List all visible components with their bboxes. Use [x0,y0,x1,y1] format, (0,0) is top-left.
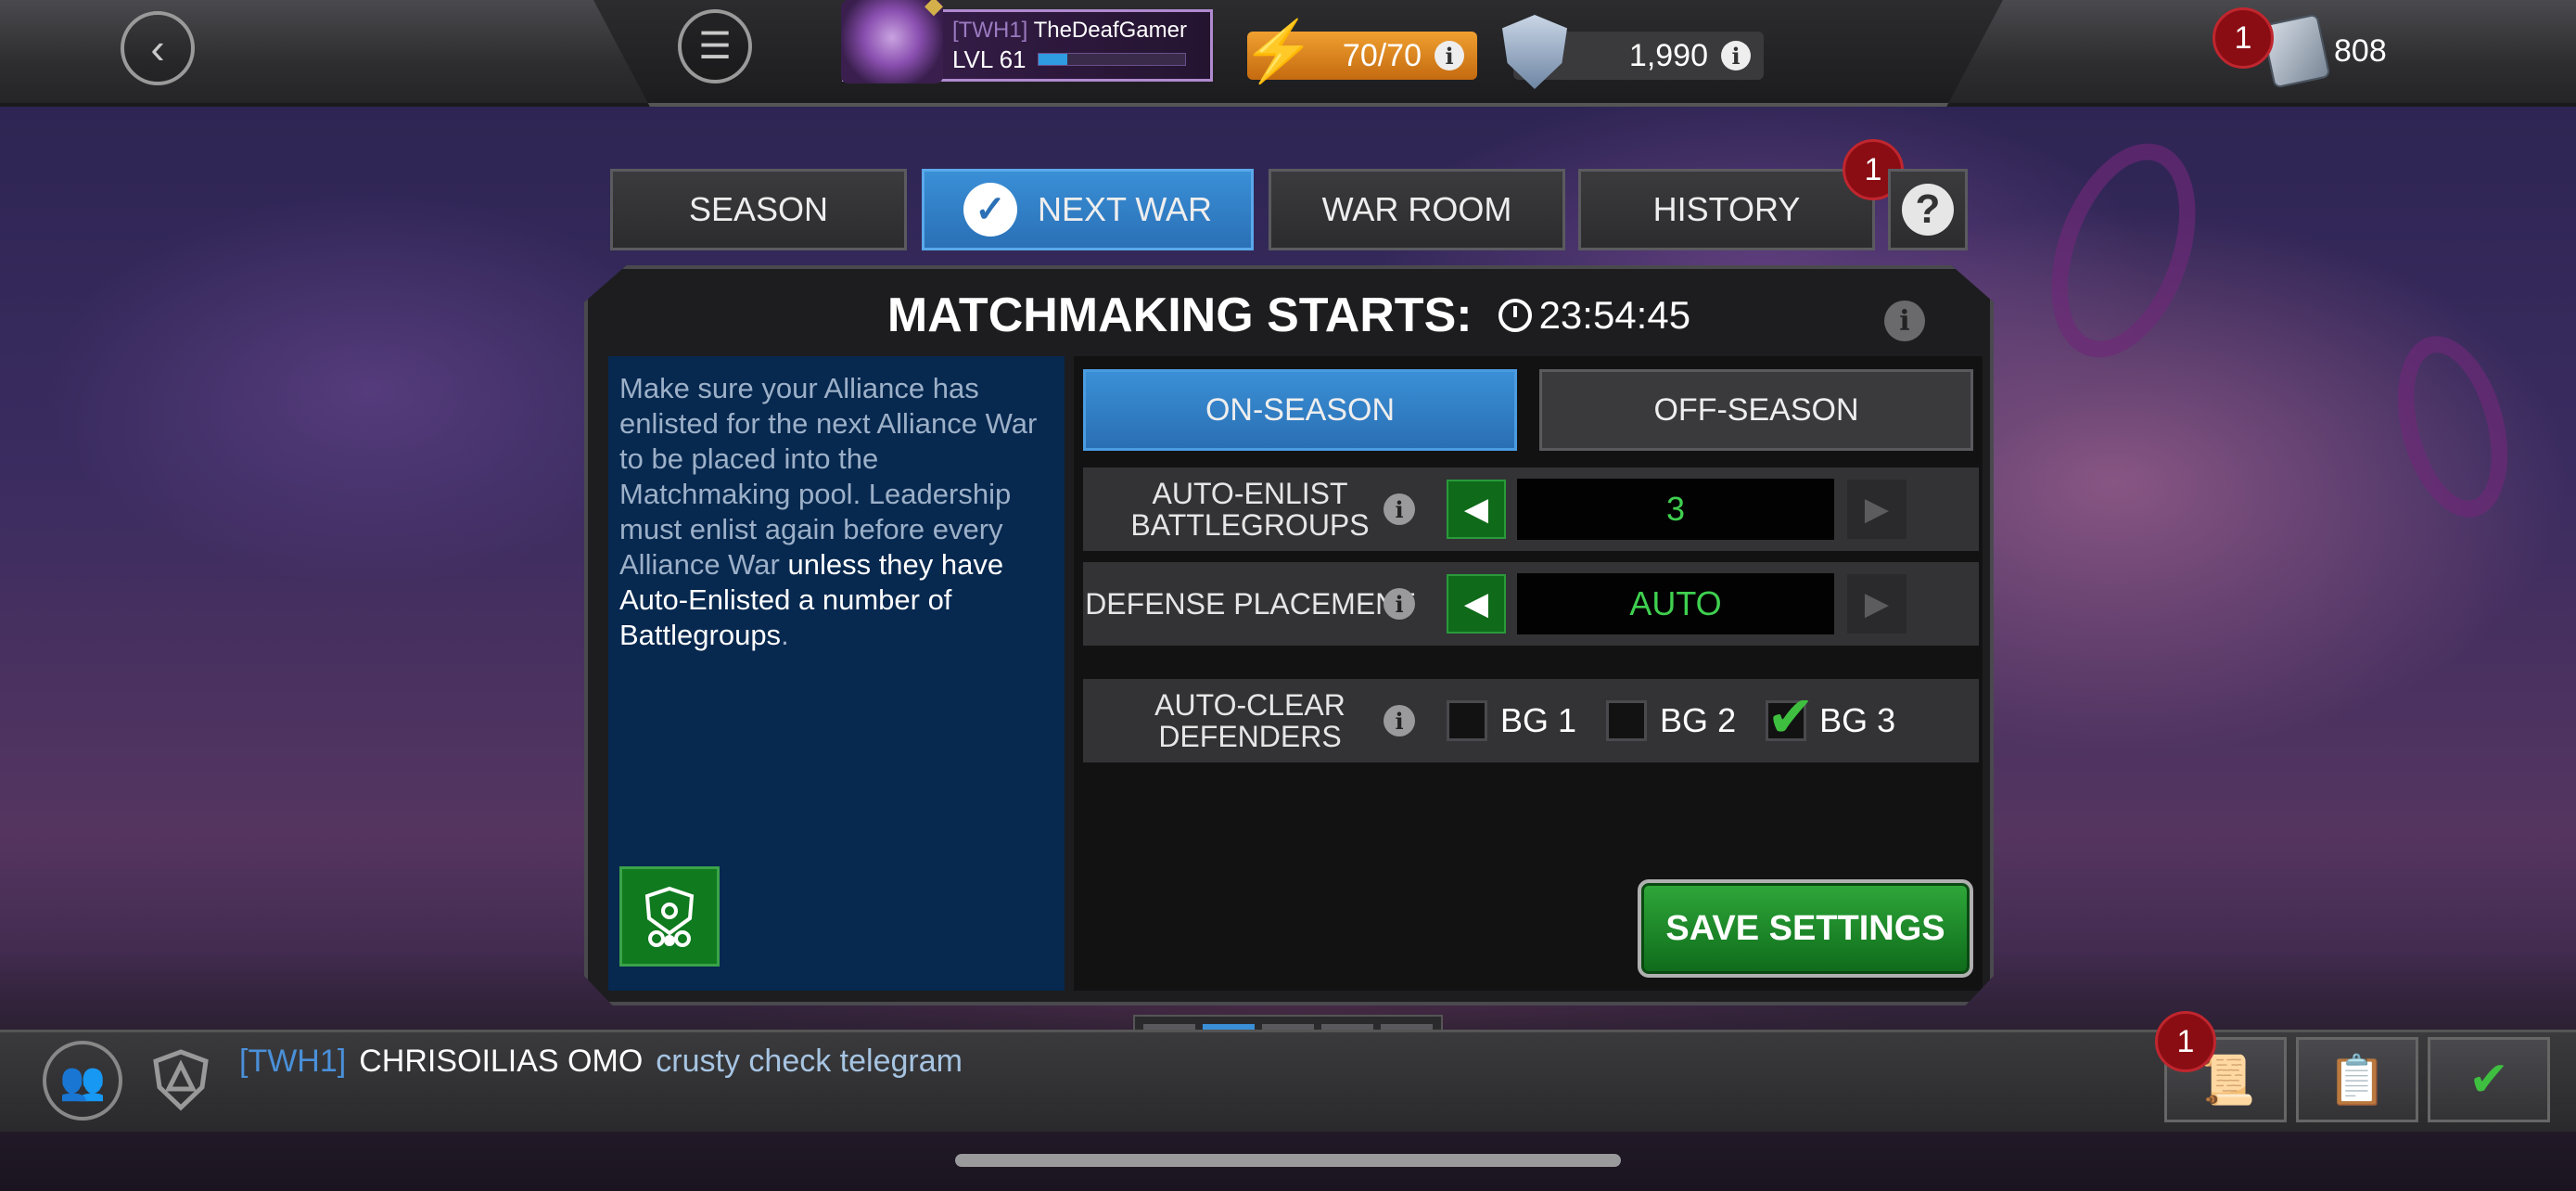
description-end: . [781,619,789,651]
defense-placement-value: AUTO [1517,573,1834,634]
tab-next-war[interactable]: ✓ NEXT WAR [922,169,1254,250]
bg3-checkbox[interactable] [1766,683,1815,750]
save-settings-label: SAVE SETTINGS [1665,908,1945,948]
energy-counter[interactable]: ⚡ 70/70 i [1242,18,1477,84]
bg2-label: BG 2 [1660,701,1737,739]
on-season-label: ON-SEASON [1205,391,1396,428]
auto-clear-label: AUTO-CLEAR DEFENDERS [1154,688,1345,753]
description-box: Make sure your Alliance has enlisted for… [608,356,1065,991]
bg1-option[interactable]: BG 1 [1447,700,1576,741]
defense-placement-row: DEFENSE PLACEMENT i ◀ AUTO ▶ [1083,562,1979,646]
bg1-label: BG 1 [1500,701,1577,739]
description-text: Make sure your Alliance has enlisted for… [608,356,1065,668]
crystal-shard-icon [2261,13,2331,89]
chat-alliance-tag: [TWH1] [239,1043,347,1079]
energy-value: 70/70 [1342,37,1422,73]
tab-label: WAR ROOM [1321,190,1512,228]
triangle-left-icon: ◀ [1463,586,1489,621]
tab-history[interactable]: HISTORY [1578,169,1875,250]
help-button[interactable]: ? [1888,169,1968,250]
objectives-button[interactable]: 📋 [2296,1037,2418,1122]
completed-button[interactable]: ✔ [2428,1037,2550,1122]
avatar [841,0,943,83]
triangle-right-icon: ▶ [1864,586,1890,621]
player-alliance-tag: [TWH1] [952,17,1028,43]
checkmark-scroll-icon: ✔ [2468,1053,2509,1107]
next-war-panel: MATCHMAKING STARTS: 23:54:45 i Make sure… [584,265,1994,1005]
home-indicator[interactable] [955,1154,1621,1167]
info-icon[interactable]: i [1384,705,1415,736]
increase-button[interactable]: ▶ [1847,480,1906,539]
info-icon[interactable]: i [1884,301,1925,341]
currency-counter[interactable]: 808 [2261,13,2387,89]
bg2-checkbox[interactable] [1606,700,1648,741]
auto-enlist-row: AUTO-ENLIST BATTLEGROUPS i ◀ 3 ▶ [1083,467,1979,551]
matchmaking-timer: 23:54:45 [1498,293,1691,338]
clipboard-icon: 📋 [2327,1053,2388,1108]
settings-area: ON-SEASON OFF-SEASON AUTO-ENLIST BATTLEG… [1074,356,1983,991]
player-level: LVL 61 [952,45,1027,73]
friends-icon: 👥 [59,1060,106,1102]
timer-value: 23:54:45 [1538,293,1691,337]
tab-war-room[interactable]: WAR ROOM [1269,169,1565,250]
friends-button[interactable]: 👥 [43,1041,122,1121]
triangle-right-icon: ▶ [1864,492,1890,527]
xp-bar-fill [1038,54,1068,65]
bg3-label: BG 3 [1819,701,1896,739]
panel-title: MATCHMAKING STARTS: 23:54:45 [588,288,1990,343]
tab-season[interactable]: SEASON [610,169,907,250]
bg1-checkbox[interactable] [1447,700,1487,741]
matchmaking-title: MATCHMAKING STARTS: [886,288,1473,342]
hamburger-menu-icon: ☰ [698,26,732,67]
stopwatch-icon [1498,299,1532,332]
auto-clear-row: AUTO-CLEAR DEFENDERS i BG 1 BG 2 BG 3 [1083,679,1979,762]
decrease-button[interactable]: ◀ [1447,574,1506,634]
question-mark-icon: ? [1902,184,1954,236]
info-icon[interactable]: i [1384,493,1415,525]
auto-enlist-label: AUTO-ENLIST BATTLEGROUPS [1130,477,1370,542]
lightning-bolt-icon: ⚡ [1242,18,1316,84]
decrease-button[interactable]: ◀ [1447,480,1506,539]
tab-label: SEASON [688,190,829,228]
alliance-button[interactable] [619,866,720,967]
alliance-shield-icon [153,1049,209,1111]
background-portal [2378,324,2527,530]
on-season-button[interactable]: ON-SEASON [1083,369,1517,451]
info-icon[interactable]: i [1721,41,1751,70]
triangle-left-icon: ◀ [1463,492,1489,527]
notification-badge: 1 [2155,1011,2216,1072]
chat-text: crusty check telegram [656,1043,963,1079]
off-season-button[interactable]: OFF-SEASON [1539,369,1973,451]
back-button[interactable]: ‹ [121,11,195,85]
info-icon[interactable]: i [1435,41,1464,70]
tab-label: NEXT WAR [1037,190,1212,228]
war-shields-counter[interactable]: 1,990 i [1502,15,1764,89]
chat-message[interactable]: [TWH1] CHRISOILIAS OMO crusty check tele… [239,1041,963,1082]
defense-placement-label: DEFENSE PLACEMENT [1085,587,1415,621]
notification-badge: 1 [2213,7,2274,69]
tab-label: HISTORY [1652,190,1801,228]
player-card[interactable]: [TWH1] TheDeafGamer LVL 61 [841,0,1213,83]
xp-bar [1037,53,1186,66]
increase-button[interactable]: ▶ [1847,574,1906,634]
shields-value: 1,990 [1628,37,1708,73]
save-settings-button[interactable]: SAVE SETTINGS [1638,879,1973,978]
chevron-left-icon: ‹ [150,24,165,72]
chat-username: CHRISOILIAS OMO [359,1043,644,1079]
player-name: TheDeafGamer [1033,17,1187,43]
auto-enlist-value: 3 [1517,479,1834,540]
menu-button[interactable]: ☰ [678,9,752,83]
alliance-icon [644,886,695,947]
currency-value: 808 [2334,32,2387,69]
checkmark-icon: ✓ [963,183,1017,237]
alliance-chat-button[interactable] [141,1041,221,1121]
off-season-label: OFF-SEASON [1653,391,1859,428]
info-icon[interactable]: i [1384,588,1415,620]
background-portal [2024,123,2223,378]
bg3-option[interactable]: BG 3 [1766,683,1896,750]
bg2-option[interactable]: BG 2 [1606,700,1736,741]
